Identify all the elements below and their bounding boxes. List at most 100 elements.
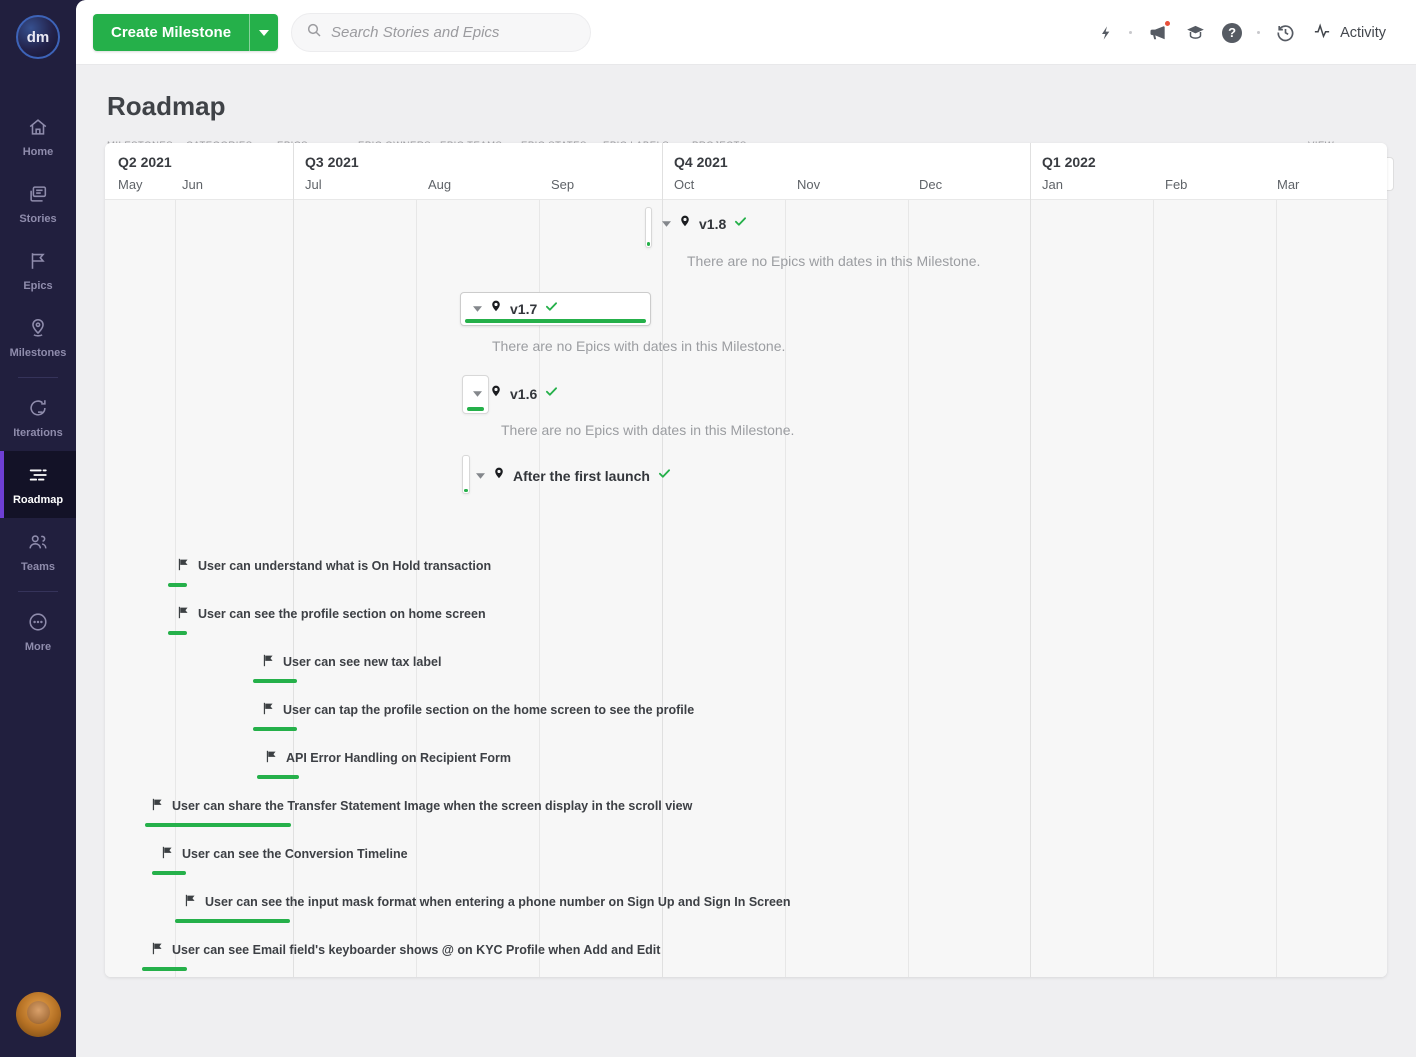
- app-logo[interactable]: dm: [16, 15, 60, 59]
- epic-title[interactable]: API Error Handling on Recipient Form: [286, 751, 511, 765]
- epic-row[interactable]: User can see Email field's keyboarder sh…: [151, 942, 660, 958]
- month-label: Jul: [305, 177, 322, 192]
- epic-title[interactable]: User can see the Conversion Timeline: [182, 847, 408, 861]
- collapse-caret-icon[interactable]: [473, 306, 482, 312]
- learn-icon[interactable]: [1184, 23, 1207, 43]
- milestone-name[interactable]: v1.7: [510, 301, 537, 317]
- main-area: Create Milestone ? Activity: [76, 0, 1416, 1057]
- create-milestone-button[interactable]: Create Milestone: [93, 14, 278, 51]
- check-icon: [544, 300, 559, 318]
- collapse-caret-icon[interactable]: [473, 391, 482, 397]
- help-icon[interactable]: ?: [1222, 23, 1242, 43]
- epic-duration-bar[interactable]: [257, 775, 299, 779]
- sidebar-item-label: Teams: [21, 561, 55, 573]
- activity-icon: [1311, 22, 1333, 44]
- epic-row[interactable]: User can see the profile section on home…: [177, 606, 486, 622]
- milestone-name[interactable]: v1.8: [699, 216, 726, 232]
- sidebar-item-home[interactable]: Home: [0, 103, 76, 170]
- collapse-caret-icon[interactable]: [476, 473, 485, 479]
- month-label: Dec: [919, 177, 942, 192]
- sidebar-item-epics[interactable]: Epics: [0, 237, 76, 304]
- month-label: Aug: [428, 177, 451, 192]
- search-box[interactable]: [291, 13, 591, 52]
- stories-icon: [27, 183, 49, 208]
- epic-flag-icon: [151, 798, 164, 814]
- more-icon: [27, 611, 49, 636]
- sidebar-item-milestones[interactable]: Milestones: [0, 304, 76, 371]
- sidebar-item-iterations[interactable]: Iterations: [0, 384, 76, 451]
- epic-duration-bar[interactable]: [175, 919, 290, 923]
- separator-dot: [1129, 31, 1132, 34]
- milestone-marker-after-first-launch[interactable]: [462, 455, 470, 494]
- sidebar-item-label: More: [25, 641, 51, 653]
- epic-row[interactable]: User can tap the profile section on the …: [262, 702, 694, 718]
- epic-title[interactable]: User can see new tax label: [283, 655, 441, 669]
- month-label: Oct: [674, 177, 694, 192]
- history-icon[interactable]: [1275, 22, 1296, 43]
- topbar-icons: ? Activity: [1098, 0, 1386, 65]
- collapse-caret-icon[interactable]: [662, 221, 671, 227]
- epic-row[interactable]: User can see the input mask format when …: [184, 894, 791, 910]
- epic-title[interactable]: User can share the Transfer Statement Im…: [172, 799, 692, 813]
- gridline-quarter: [662, 143, 663, 977]
- month-label: May: [118, 177, 143, 192]
- milestone-marker-v1-8[interactable]: [645, 207, 652, 248]
- epic-duration-bar[interactable]: [142, 967, 187, 971]
- gridline-month: [908, 200, 909, 977]
- milestone-progress: [464, 489, 468, 492]
- epic-flag-icon: [265, 750, 278, 766]
- search-icon: [306, 22, 322, 43]
- epic-row[interactable]: User can share the Transfer Statement Im…: [151, 798, 692, 814]
- epic-duration-bar[interactable]: [168, 631, 187, 635]
- epic-row[interactable]: User can understand what is On Hold tran…: [177, 558, 491, 574]
- epic-flag-icon: [184, 894, 197, 910]
- epic-flag-icon: [177, 606, 190, 622]
- milestone-v1-8[interactable]: v1.8: [662, 214, 748, 234]
- milestone-v1-6[interactable]: v1.6: [473, 384, 559, 404]
- epic-title[interactable]: User can see Email field's keyboarder sh…: [172, 943, 660, 957]
- gridline-month: [1153, 200, 1154, 977]
- gridline-month: [1276, 200, 1277, 977]
- milestone-after-first-launch[interactable]: After the first launch: [476, 466, 672, 486]
- milestone-name[interactable]: After the first launch: [513, 468, 650, 484]
- milestone-progress: [465, 319, 646, 323]
- quarter-label: Q4 2021: [674, 154, 728, 170]
- sidebar-item-label: Epics: [23, 280, 52, 292]
- sidebar-item-label: Milestones: [10, 347, 67, 359]
- epic-duration-bar[interactable]: [253, 679, 297, 683]
- create-milestone-caret[interactable]: [249, 14, 278, 51]
- epic-row[interactable]: API Error Handling on Recipient Form: [265, 750, 511, 766]
- epic-flag-icon: [262, 702, 275, 718]
- epic-row[interactable]: User can see new tax label: [262, 654, 441, 670]
- create-milestone-label[interactable]: Create Milestone: [93, 14, 249, 51]
- check-icon: [544, 385, 559, 403]
- activity-button[interactable]: Activity: [1311, 22, 1386, 44]
- month-label: Mar: [1277, 177, 1299, 192]
- sidebar-item-roadmap[interactable]: Roadmap: [0, 451, 76, 518]
- sidebar-item-more[interactable]: More: [0, 598, 76, 665]
- sidebar-item-teams[interactable]: Teams: [0, 518, 76, 585]
- user-avatar[interactable]: [16, 992, 61, 1037]
- sidebar-item-stories[interactable]: Stories: [0, 170, 76, 237]
- shortcuts-bolt-icon[interactable]: [1098, 24, 1114, 42]
- milestone-pin-icon: [489, 299, 503, 319]
- epic-title[interactable]: User can tap the profile section on the …: [283, 703, 694, 717]
- epic-duration-bar[interactable]: [253, 727, 297, 731]
- announcements-icon[interactable]: [1147, 23, 1169, 43]
- teams-icon: [27, 531, 49, 556]
- epic-duration-bar[interactable]: [168, 583, 187, 587]
- search-input[interactable]: [331, 24, 561, 41]
- epic-duration-bar[interactable]: [152, 871, 186, 875]
- epic-title[interactable]: User can understand what is On Hold tran…: [198, 559, 491, 573]
- sidebar-item-label: Stories: [19, 213, 56, 225]
- epic-row[interactable]: User can see the Conversion Timeline: [161, 846, 408, 862]
- month-label: Jan: [1042, 177, 1063, 192]
- epic-title[interactable]: User can see the input mask format when …: [205, 895, 791, 909]
- milestone-v1-7[interactable]: v1.7: [460, 292, 651, 326]
- milestone-name[interactable]: v1.6: [510, 386, 537, 402]
- sidebar-nav: Home Stories Epics Milestones Iterations…: [0, 103, 76, 665]
- month-label: Jun: [182, 177, 203, 192]
- epic-title[interactable]: User can see the profile section on home…: [198, 607, 486, 621]
- epic-duration-bar[interactable]: [145, 823, 291, 827]
- sidebar-item-label: Roadmap: [13, 494, 63, 506]
